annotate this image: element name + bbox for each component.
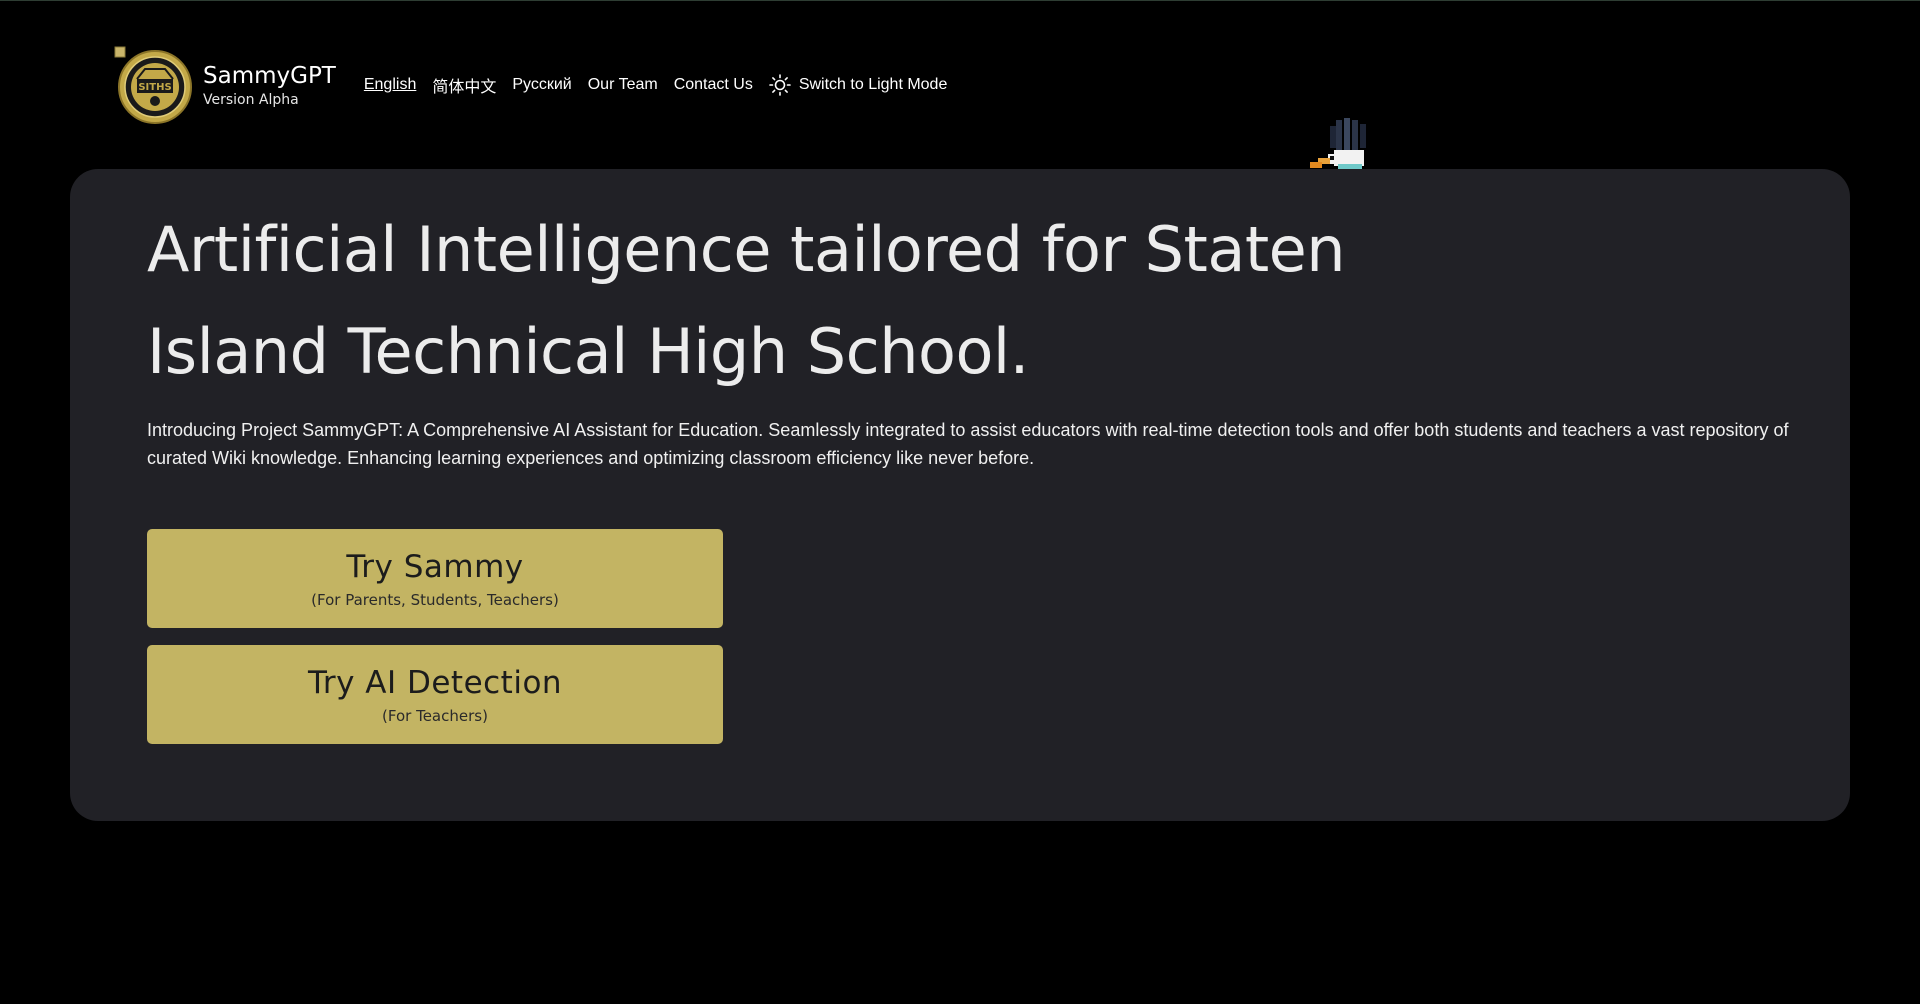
sun-icon — [769, 74, 791, 96]
top-border — [0, 0, 1920, 1]
site-header: SITHS SammyGPT Version Alpha English 简体中… — [113, 42, 947, 128]
nav-item-russian[interactable]: Русский — [512, 76, 571, 94]
svg-text:SITHS: SITHS — [138, 82, 171, 93]
brand: SammyGPT Version Alpha — [203, 61, 336, 109]
try-sammy-label: Try Sammy — [346, 548, 524, 585]
theme-toggle-button[interactable]: Switch to Light Mode — [769, 74, 948, 96]
hero-card: Artificial Intelligence tailored for Sta… — [70, 169, 1850, 821]
try-ai-detection-button[interactable]: Try AI Detection (For Teachers) — [147, 645, 723, 744]
brand-version: Version Alpha — [203, 92, 299, 108]
brand-name[interactable]: SammyGPT — [203, 61, 336, 91]
try-sammy-sublabel: (For Parents, Students, Teachers) — [311, 590, 559, 609]
hero-description: Introducing Project SammyGPT: A Comprehe… — [147, 420, 1789, 468]
theme-toggle-label: Switch to Light Mode — [798, 76, 948, 93]
hero-title: Artificial Intelligence tailored for Sta… — [147, 213, 1346, 388]
main-nav: English 简体中文 Русский Our Team Contact Us — [364, 73, 948, 97]
nav-item-english[interactable]: English — [364, 76, 416, 94]
nav-item-contact-us[interactable]: Contact Us — [674, 76, 753, 94]
try-ai-detection-sublabel: (For Teachers) — [382, 706, 488, 725]
nav-item-our-team[interactable]: Our Team — [588, 76, 658, 94]
nav-item-chinese[interactable]: 简体中文 — [432, 73, 496, 97]
try-sammy-button[interactable]: Try Sammy (For Parents, Students, Teache… — [147, 529, 723, 628]
try-ai-detection-label: Try AI Detection — [307, 664, 563, 701]
siths-logo-icon[interactable]: SITHS — [113, 45, 193, 125]
